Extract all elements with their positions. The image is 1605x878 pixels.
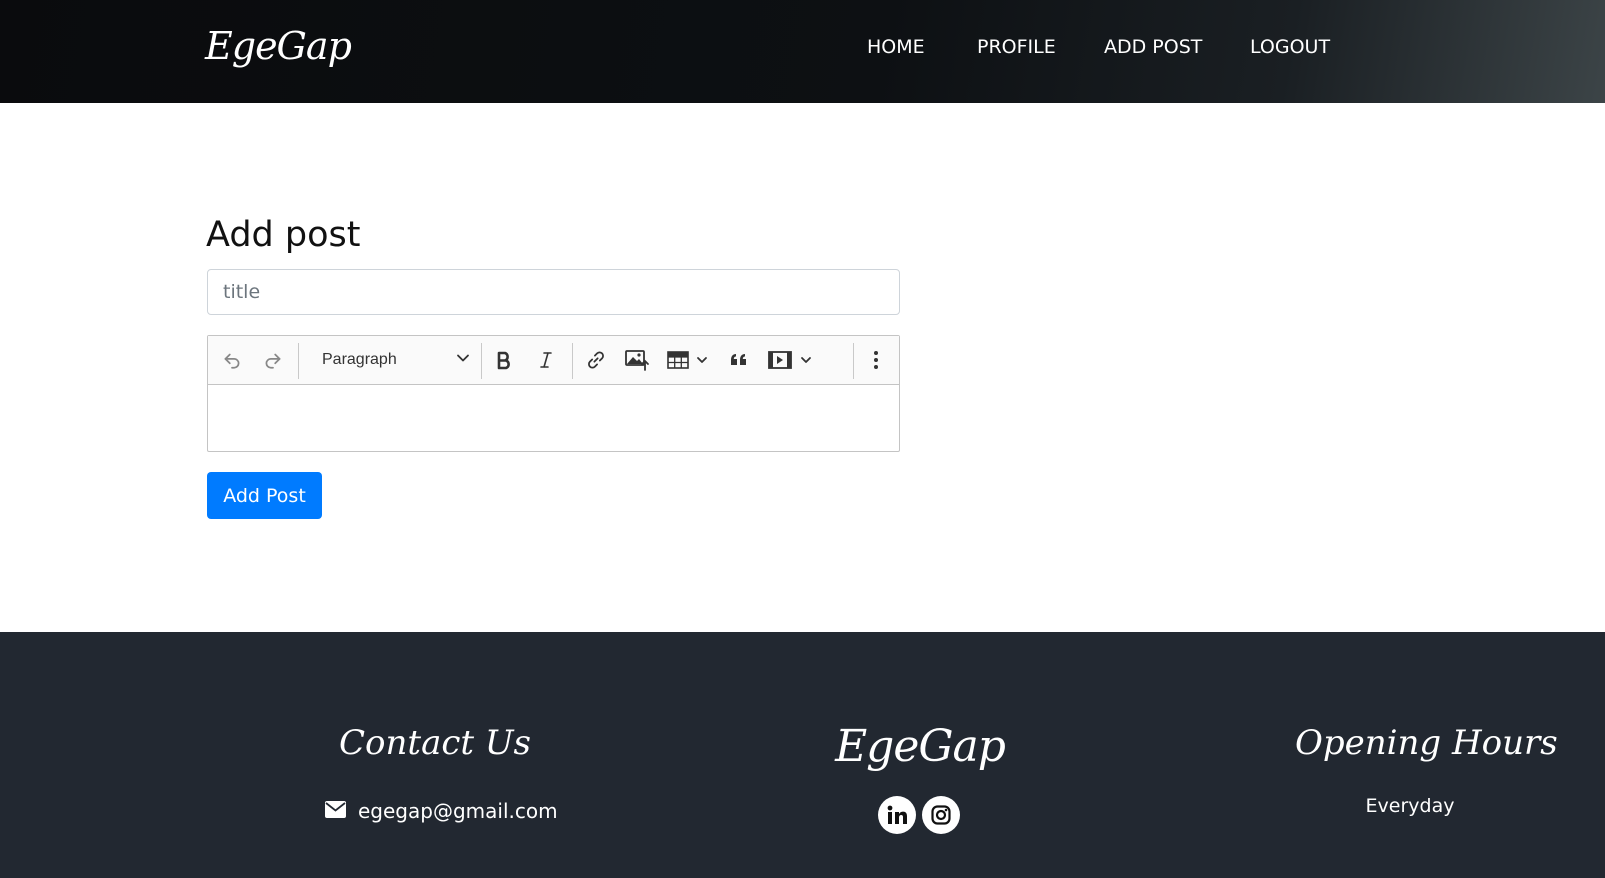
contact-email-text: egegap@gmail.com (358, 799, 558, 823)
site-header: EgeGap HOME PROFILE ADD POST LOGOUT (0, 0, 1605, 103)
contact-heading: Contact Us (339, 723, 531, 763)
instagram-icon[interactable] (922, 796, 960, 834)
title-input[interactable] (207, 269, 900, 315)
toolbar-separator (481, 343, 482, 379)
italic-icon[interactable] (530, 346, 562, 374)
main-nav: HOME PROFILE ADD POST LOGOUT (0, 36, 1605, 62)
add-post-button[interactable]: Add Post (207, 472, 322, 519)
insert-table-icon[interactable] (664, 346, 714, 374)
nav-home[interactable]: HOME (867, 36, 925, 58)
nav-add-post[interactable]: ADD POST (1104, 36, 1202, 58)
heading-dropdown-label: Paragraph (322, 351, 397, 368)
block-quote-icon[interactable] (723, 346, 755, 374)
redo-icon[interactable] (259, 346, 287, 374)
nav-profile[interactable]: PROFILE (977, 36, 1056, 58)
insert-media-icon[interactable] (766, 346, 818, 374)
nav-logout[interactable]: LOGOUT (1250, 36, 1330, 58)
undo-icon[interactable] (218, 346, 246, 374)
editor-content-area[interactable] (208, 385, 899, 451)
envelope-icon (325, 799, 346, 823)
insert-image-icon[interactable] (621, 346, 653, 374)
chevron-down-icon (456, 351, 470, 370)
footer-brand: EgeGap (835, 721, 1006, 772)
toolbar-separator (853, 343, 854, 379)
hours-text: Everyday (1365, 795, 1455, 817)
linkedin-icon[interactable] (878, 796, 916, 834)
toolbar-separator (572, 343, 573, 379)
page-title: Add post (206, 215, 361, 255)
toolbar-separator (298, 343, 299, 379)
contact-email[interactable]: egegap@gmail.com (325, 799, 558, 823)
rich-text-editor: Paragraph (207, 335, 900, 452)
editor-toolbar: Paragraph (208, 336, 899, 385)
more-options-icon[interactable] (862, 346, 890, 374)
heading-dropdown[interactable]: Paragraph (314, 346, 476, 374)
bold-icon[interactable] (488, 346, 520, 374)
link-icon[interactable] (581, 346, 611, 374)
hours-heading: Opening Hours (1295, 723, 1558, 763)
